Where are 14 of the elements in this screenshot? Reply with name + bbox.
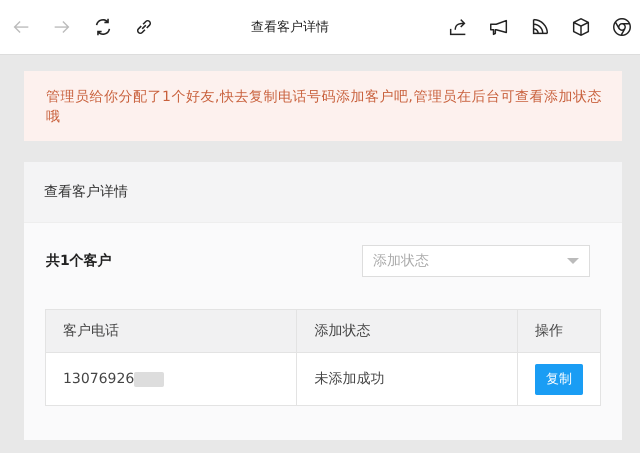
copy-button[interactable]: 复制 xyxy=(535,364,583,394)
status-cell: 未添加成功 xyxy=(296,352,518,406)
caret-icon xyxy=(567,258,579,264)
page-title: 查看客户详情 xyxy=(250,19,330,36)
phone-cell: 13076926 xyxy=(46,352,297,406)
browser-icon[interactable] xyxy=(611,16,633,38)
card-title: 查看客户详情 xyxy=(24,162,622,223)
status-dropdown[interactable]: 添加状态 xyxy=(362,245,590,277)
notice-text: 管理员给你分配了1个好友,快去复制电话号码添加客户吧,管理员在后台可查看添加状态哦 xyxy=(46,88,602,127)
column-header: 添加状态 xyxy=(296,310,518,352)
column-header: 客户电话 xyxy=(46,310,297,352)
customer-count: 共1个客户 xyxy=(46,252,112,270)
cube-icon[interactable] xyxy=(570,16,592,38)
column-header: 操作 xyxy=(518,310,600,352)
